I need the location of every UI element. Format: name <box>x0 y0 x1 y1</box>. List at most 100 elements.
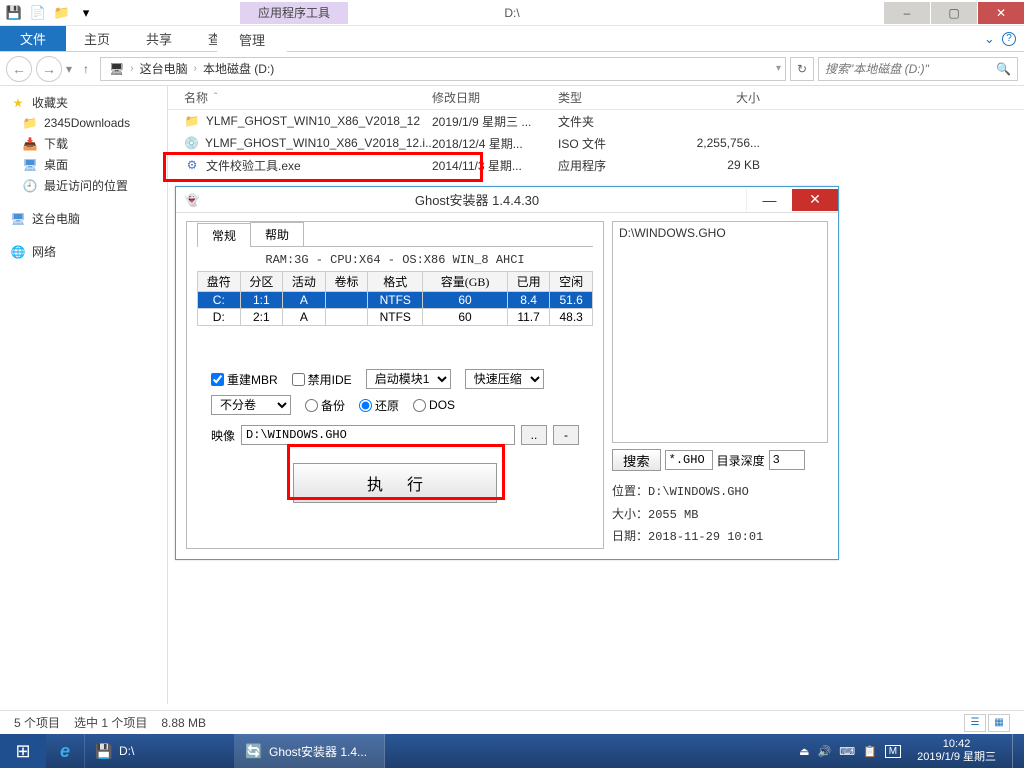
keyboard-icon[interactable]: ⌨ <box>839 745 855 758</box>
recent-icon: 🕘 <box>22 178 38 194</box>
sidebar-favorites[interactable]: ★收藏夹 <box>2 92 165 113</box>
file-row[interactable]: 💿YLMF_GHOST_WIN10_X86_V2018_12.i... 2018… <box>168 132 1024 154</box>
ghost-tab-help[interactable]: 帮助 <box>250 222 304 246</box>
qat-dropdown-icon[interactable]: ▾ <box>76 3 96 23</box>
chevron-right-icon[interactable]: › <box>194 63 197 74</box>
volume-icon[interactable]: 🔊 <box>817 745 831 758</box>
list-item[interactable]: D:\WINDOWS.GHO <box>619 226 821 240</box>
nav-bar: ← → ▾ ↑ 🖥 › 这台电脑 › 本地磁盘 (D:) ▾ ↻ 🔍 <box>0 52 1024 86</box>
file-name: YLMF_GHOST_WIN10_X86_V2018_12.i... <box>205 136 435 150</box>
split-select[interactable]: 不分卷 <box>211 395 291 415</box>
close-button[interactable]: ✕ <box>978 2 1024 24</box>
help-icon[interactable]: ? <box>1002 32 1016 46</box>
chevron-right-icon[interactable]: › <box>130 63 133 74</box>
depth-input[interactable] <box>769 450 805 470</box>
th-used[interactable]: 已用 <box>507 272 550 292</box>
col-name[interactable]: 名称 <box>184 89 208 106</box>
th-disk[interactable]: 盘符 <box>198 272 241 292</box>
sidebar-desktop[interactable]: 🖥桌面 <box>2 154 165 175</box>
cell: 51.6 <box>550 292 593 309</box>
address-bar[interactable]: 🖥 › 这台电脑 › 本地磁盘 (D:) ▾ <box>100 57 786 81</box>
th-part[interactable]: 分区 <box>240 272 283 292</box>
disable-ide-checkbox[interactable]: 禁用IDE <box>292 371 352 388</box>
col-date[interactable]: 修改日期 <box>426 89 552 106</box>
disk-row-d[interactable]: D: 2:1 A NTFS 60 11.7 48.3 <box>198 309 593 326</box>
sidebar-2345downloads[interactable]: 📁2345Downloads <box>2 113 165 133</box>
ext-input[interactable] <box>665 450 713 470</box>
action-center-icon[interactable]: 📋 <box>863 745 877 758</box>
loc-label: 位置： <box>612 484 648 498</box>
sidebar-network[interactable]: 🌐网络 <box>2 241 165 262</box>
breadcrumb-pc[interactable]: 这台电脑 <box>136 60 192 77</box>
qat-properties-icon[interactable]: 📄 <box>28 3 48 23</box>
desktop-icon: 🖥 <box>22 157 38 173</box>
depth-label: 目录深度 <box>717 452 765 469</box>
remove-button[interactable]: - <box>553 425 579 445</box>
contextual-tab-app-tools: 应用程序工具 <box>240 2 348 24</box>
ghost-close-button[interactable]: ✕ <box>792 189 838 211</box>
refresh-button[interactable]: ↻ <box>790 57 814 81</box>
ribbon: 文件 主页 共享 查看 ⌄ ? <box>0 26 1024 52</box>
ghost-tab-general[interactable]: 常规 <box>197 223 251 247</box>
minimize-button[interactable]: – <box>884 2 930 24</box>
col-size[interactable]: 大小 <box>666 89 766 106</box>
search-button[interactable]: 搜索 <box>612 449 661 471</box>
file-size: 29 KB <box>666 158 766 172</box>
address-dropdown-icon[interactable]: ▾ <box>776 63 781 74</box>
sidebar-pc[interactable]: 🖥这台电脑 <box>2 208 165 229</box>
boot-module-select[interactable]: 启动模块1 <box>366 369 451 389</box>
ribbon-help[interactable]: ⌄ ? <box>976 26 1024 51</box>
ime-icon[interactable]: M <box>885 745 901 758</box>
taskbar-ie[interactable]: e <box>46 734 85 768</box>
ribbon-share-tab[interactable]: 共享 <box>128 26 190 51</box>
ghost-titlebar[interactable]: 👻 Ghost安装器 1.4.4.30 — ✕ <box>176 187 838 213</box>
ribbon-manage-tab[interactable]: 管理 <box>217 26 287 52</box>
ribbon-file-tab[interactable]: 文件 <box>0 26 66 51</box>
gho-listbox[interactable]: D:\WINDOWS.GHO <box>612 221 828 443</box>
image-path-input[interactable] <box>241 425 515 445</box>
taskbar-label: Ghost安装器 1.4... <box>269 743 367 760</box>
cell: 48.3 <box>550 309 593 326</box>
show-desktop-button[interactable] <box>1012 734 1020 768</box>
search-icon[interactable]: 🔍 <box>996 62 1011 76</box>
taskbar-clock[interactable]: 10:42 2019/1/9 星期三 <box>909 738 1004 763</box>
th-cap[interactable]: 容量(GB) <box>423 272 508 292</box>
rebuild-mbr-checkbox[interactable]: 重建MBR <box>211 371 278 388</box>
maximize-button[interactable]: ▢ <box>931 2 977 24</box>
safe-remove-icon[interactable]: ⏏ <box>799 745 809 758</box>
ghost-icon: 👻 <box>180 188 204 212</box>
th-vol[interactable]: 卷标 <box>325 272 368 292</box>
dos-radio[interactable]: DOS <box>413 398 455 412</box>
disk-row-c[interactable]: C: 1:1 A NTFS 60 8.4 51.6 <box>198 292 593 309</box>
start-button[interactable]: ⊞ <box>0 734 46 768</box>
backup-radio[interactable]: 备份 <box>305 397 345 414</box>
search-box[interactable]: 🔍 <box>818 57 1018 81</box>
th-free[interactable]: 空闲 <box>550 272 593 292</box>
th-fmt[interactable]: 格式 <box>368 272 423 292</box>
ribbon-home-tab[interactable]: 主页 <box>66 26 128 51</box>
ghost-minimize-button[interactable]: — <box>746 189 792 211</box>
qat-folder-icon[interactable]: 📁 <box>52 3 72 23</box>
nav-up-button[interactable]: ↑ <box>76 59 96 79</box>
execute-button[interactable]: 执行 <box>293 463 497 503</box>
file-row[interactable]: 📁YLMF_GHOST_WIN10_X86_V2018_12 2019/1/9 … <box>168 110 1024 132</box>
browse-button[interactable]: .. <box>521 425 547 445</box>
taskbar-explorer-d[interactable]: 💾D:\ <box>85 734 235 768</box>
restore-radio[interactable]: 还原 <box>359 397 399 414</box>
ribbon-caret-icon[interactable]: ⌄ <box>984 31 995 47</box>
sidebar-downloads[interactable]: 📥下载 <box>2 133 165 154</box>
breadcrumb-d[interactable]: 本地磁盘 (D:) <box>199 60 278 77</box>
taskbar-ghost[interactable]: 🔄Ghost安装器 1.4... <box>235 734 385 768</box>
view-icons-icon[interactable]: ▦ <box>988 714 1010 732</box>
nav-history-dropdown[interactable]: ▾ <box>66 62 72 76</box>
sidebar-recent[interactable]: 🕘最近访问的位置 <box>2 175 165 196</box>
nav-back-button[interactable]: ← <box>6 56 32 82</box>
view-details-icon[interactable]: ☰ <box>964 714 986 732</box>
cell: A <box>283 309 326 326</box>
col-type[interactable]: 类型 <box>552 89 666 106</box>
search-input[interactable] <box>825 62 996 76</box>
compress-select[interactable]: 快速压缩 <box>465 369 544 389</box>
date-label: 日期： <box>612 529 648 543</box>
nav-forward-button[interactable]: → <box>36 56 62 82</box>
th-active[interactable]: 活动 <box>283 272 326 292</box>
